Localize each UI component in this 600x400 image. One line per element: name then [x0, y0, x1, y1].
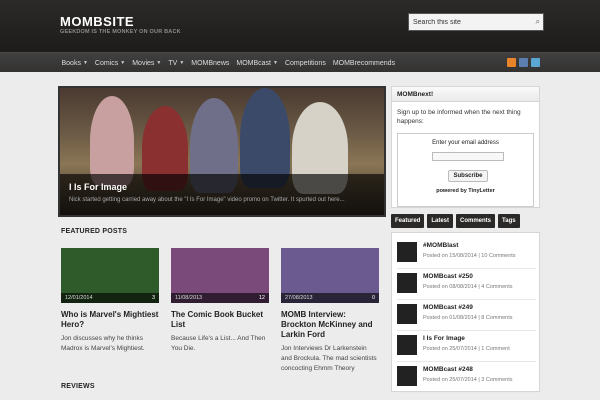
post-meta: 27/08/2013 0 [281, 293, 379, 303]
post-thumbnail[interactable] [397, 304, 417, 324]
post-thumbnail[interactable]: 27/08/2013 0 [281, 248, 379, 303]
nav-item-label: Books [61, 59, 81, 67]
featured-post: 12/01/2014 3 Who is Marvel's Mightiest Her… [61, 248, 159, 354]
nav-item[interactable]: Books ▼ [58, 60, 91, 67]
slider-title[interactable]: I Is For Image [69, 182, 127, 192]
post-meta: Posted on 08/08/2014 | 4 Comments [423, 284, 513, 290]
subscribe-button[interactable]: Subscribe [448, 170, 488, 182]
reviews-heading: REVIEWS [61, 383, 95, 390]
site-title[interactable]: MOMBSITE [60, 14, 134, 29]
post-meta: Posted on 25/07/2014 | 1 Comment [423, 346, 510, 352]
nav-item-label: MOMBcast [236, 59, 272, 67]
post-date: 27/08/2013 [285, 295, 313, 301]
featured-heading: FEATURED POSTS [61, 228, 128, 235]
search-icon[interactable]: ⌕ [536, 17, 540, 27]
post-meta: Posted on 25/07/2014 | 3 Comments [423, 377, 513, 383]
sidebar-tabs: Featured Latest Comments Tags [391, 214, 520, 228]
post-excerpt: Jon discusses why he thinks Madrox is Ma… [61, 335, 145, 352]
post-excerpt: Because Life's a List... And Then You Di… [171, 335, 266, 352]
comment-count-value: 12 [258, 295, 265, 301]
nav-item[interactable]: MOMBnews [188, 60, 233, 67]
nav-item-label: MOMBnews [191, 59, 230, 67]
signup-heading: MOMBnext! [392, 87, 539, 102]
signup-text: Sign up to be informed when the next thi… [397, 109, 521, 125]
post-title[interactable]: I Is For Image [423, 335, 465, 342]
search-input[interactable] [409, 14, 527, 30]
tab-featured[interactable]: Featured [391, 214, 425, 228]
post-thumbnail[interactable] [397, 366, 417, 386]
main-nav: Books ▼ Comics ▼ Movies ▼ TV ▼ MOMBnews MOMBcast ▼… [0, 52, 600, 72]
post-title[interactable]: #MOMBlast [423, 242, 458, 249]
featured-post: 11/08/2013 12 The Comic Book Bucket List Be… [171, 248, 269, 354]
post-thumbnail[interactable] [397, 242, 417, 262]
post-meta: Posted on 01/08/2014 | 8 Comments [423, 315, 513, 321]
post-thumbnail[interactable]: 12/01/2014 3 [61, 248, 159, 303]
featured-post: 27/08/2013 0 MOMB Interview: Brockton McKi… [281, 248, 379, 374]
post-meta: Posted on 15/08/2014 | 10 Comments [423, 253, 516, 259]
post-thumbnail[interactable] [397, 335, 417, 355]
twitter-icon[interactable] [531, 58, 540, 67]
chevron-down-icon: ▼ [120, 60, 126, 66]
chevron-down-icon: ▼ [82, 60, 88, 66]
post-title[interactable]: MOMBcast #248 [423, 366, 473, 373]
email-label: Enter your email address [432, 140, 499, 146]
comment-count[interactable]: 12 [259, 293, 265, 303]
nav-item-label: MOMBrecommends [332, 59, 396, 67]
site-header: MOMBSITE GEEKDOM IS THE MONKEY ON OUR BA… [0, 0, 600, 52]
nav-item[interactable]: Movies ▼ [129, 60, 165, 67]
nav-item-label: Movies [132, 59, 155, 67]
post-title[interactable]: Who is Marvel's Mightiest Hero? [61, 310, 159, 330]
post-title[interactable]: MOMB Interview: Brockton McKinney and La… [281, 310, 379, 340]
tab-tags[interactable]: Tags [498, 214, 520, 228]
post-date: 11/08/2013 [175, 295, 203, 301]
nav-item[interactable]: MOMBrecommends [329, 60, 398, 67]
signup-widget: MOMBnext! Sign up to be informed when th… [391, 86, 540, 208]
post-title[interactable]: MOMBcast #250 [423, 273, 473, 280]
comment-count[interactable]: 0 [372, 293, 375, 303]
nav-item-label: Comics [94, 59, 119, 67]
post-meta: 12/01/2014 3 [61, 293, 159, 303]
recent-posts: #MOMBlast Posted on 15/08/2014 | 10 Comme… [391, 232, 540, 393]
list-item[interactable]: MOMBcast #248 Posted on 25/07/2014 | 3 Co… [397, 363, 536, 393]
post-meta: 11/08/2013 12 [171, 293, 269, 303]
nav-item[interactable]: TV ▼ [165, 60, 188, 67]
comment-count-value: 3 [151, 295, 155, 301]
chevron-down-icon: ▼ [156, 60, 162, 66]
nav-item[interactable]: Comics ▼ [91, 60, 128, 67]
search-box[interactable]: ⌕ [408, 13, 544, 31]
post-thumbnail[interactable]: 11/08/2013 12 [171, 248, 269, 303]
list-item[interactable]: MOMBcast #250 Posted on 08/08/2014 | 4 Co… [397, 270, 536, 300]
slider-caption: I Is For Image Nick started getting carr… [60, 174, 384, 215]
post-thumbnail[interactable] [397, 273, 417, 293]
post-title[interactable]: The Comic Book Bucket List [171, 310, 269, 330]
rss-icon[interactable] [507, 58, 516, 67]
nav-item-label: TV [168, 59, 178, 67]
nav-items: Books ▼ Comics ▼ Movies ▼ TV ▼ MOMBnews MOMBcast ▼… [58, 53, 399, 73]
person-shape [240, 88, 290, 188]
tab-latest[interactable]: Latest [427, 214, 454, 228]
post-title[interactable]: MOMBcast #249 [423, 304, 473, 311]
nav-item[interactable]: MOMBcast ▼ [233, 60, 282, 67]
tab-comments[interactable]: Comments [456, 214, 496, 228]
nav-item-label: Competitions [284, 59, 326, 67]
person-shape [90, 96, 134, 186]
comment-count-value: 0 [371, 295, 375, 301]
facebook-icon[interactable] [519, 58, 528, 67]
featured-slider[interactable]: I Is For Image Nick started getting carr… [58, 86, 386, 217]
list-item[interactable]: MOMBcast #249 Posted on 01/08/2014 | 8 Co… [397, 301, 536, 331]
powered-by[interactable]: powered by TinyLetter [398, 188, 533, 194]
comment-count[interactable]: 3 [152, 293, 155, 303]
list-item[interactable]: I Is For Image Posted on 25/07/2014 | 1 C… [397, 332, 536, 362]
chevron-down-icon: ▼ [179, 60, 185, 66]
email-field[interactable] [432, 152, 504, 161]
chevron-down-icon: ▼ [273, 60, 278, 66]
site-tagline: GEEKDOM IS THE MONKEY ON OUR BACK [60, 29, 181, 35]
signup-form: Enter your email address Subscribe power… [397, 133, 534, 207]
post-excerpt: Jon Interviews Dr Larkenstein and Brocku… [281, 345, 377, 372]
slider-text: Nick started getting carried away about … [69, 197, 345, 203]
post-date: 12/01/2014 [65, 295, 93, 301]
list-item[interactable]: #MOMBlast Posted on 15/08/2014 | 10 Comme… [397, 239, 536, 269]
social-icons [507, 58, 540, 67]
nav-item[interactable]: Competitions [281, 60, 329, 67]
